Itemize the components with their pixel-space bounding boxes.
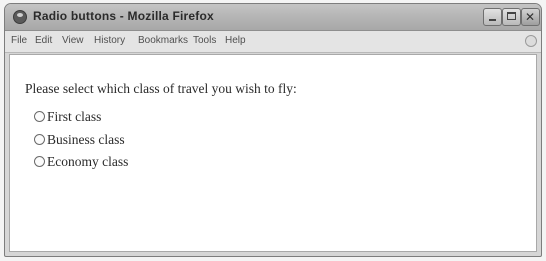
menu-help[interactable]: Help [225,35,246,46]
radio-label-business-class: Business class [47,132,125,147]
menu-edit[interactable]: Edit [35,35,52,46]
maximize-button[interactable] [502,8,521,26]
minimize-icon [489,19,496,21]
menu-view[interactable]: View [62,35,84,46]
radio-button-first-class[interactable] [34,111,45,122]
radio-button-business-class[interactable] [34,134,45,145]
close-button[interactable]: ✕ [521,8,540,26]
radio-label-first-class: First class [47,109,102,124]
menu-bar: File Edit View History Bookmarks Tools H… [5,31,541,53]
browser-window: Radio buttons - Mozilla Firefox ✕ File E… [4,3,542,257]
radio-option-first-class[interactable]: First class [34,109,101,127]
window-title: Radio buttons - Mozilla Firefox [33,9,214,23]
throbber-icon [525,35,537,47]
menu-history[interactable]: History [94,35,125,46]
radio-label-economy-class: Economy class [47,154,129,169]
title-bar[interactable]: Radio buttons - Mozilla Firefox ✕ [5,4,541,31]
radio-button-economy-class[interactable] [34,156,45,167]
menu-bookmarks[interactable]: Bookmarks [138,35,188,46]
firefox-icon[interactable] [13,10,27,24]
page-content: Please select which class of travel you … [9,54,537,252]
minimize-button[interactable] [483,8,502,26]
menu-file[interactable]: File [11,35,27,46]
menu-tools[interactable]: Tools [193,35,216,46]
travel-class-prompt: Please select which class of travel you … [25,81,297,96]
radio-option-business-class[interactable]: Business class [34,132,125,150]
radio-option-economy-class[interactable]: Economy class [34,154,128,172]
maximize-icon [507,12,516,20]
close-icon: ✕ [525,10,536,24]
